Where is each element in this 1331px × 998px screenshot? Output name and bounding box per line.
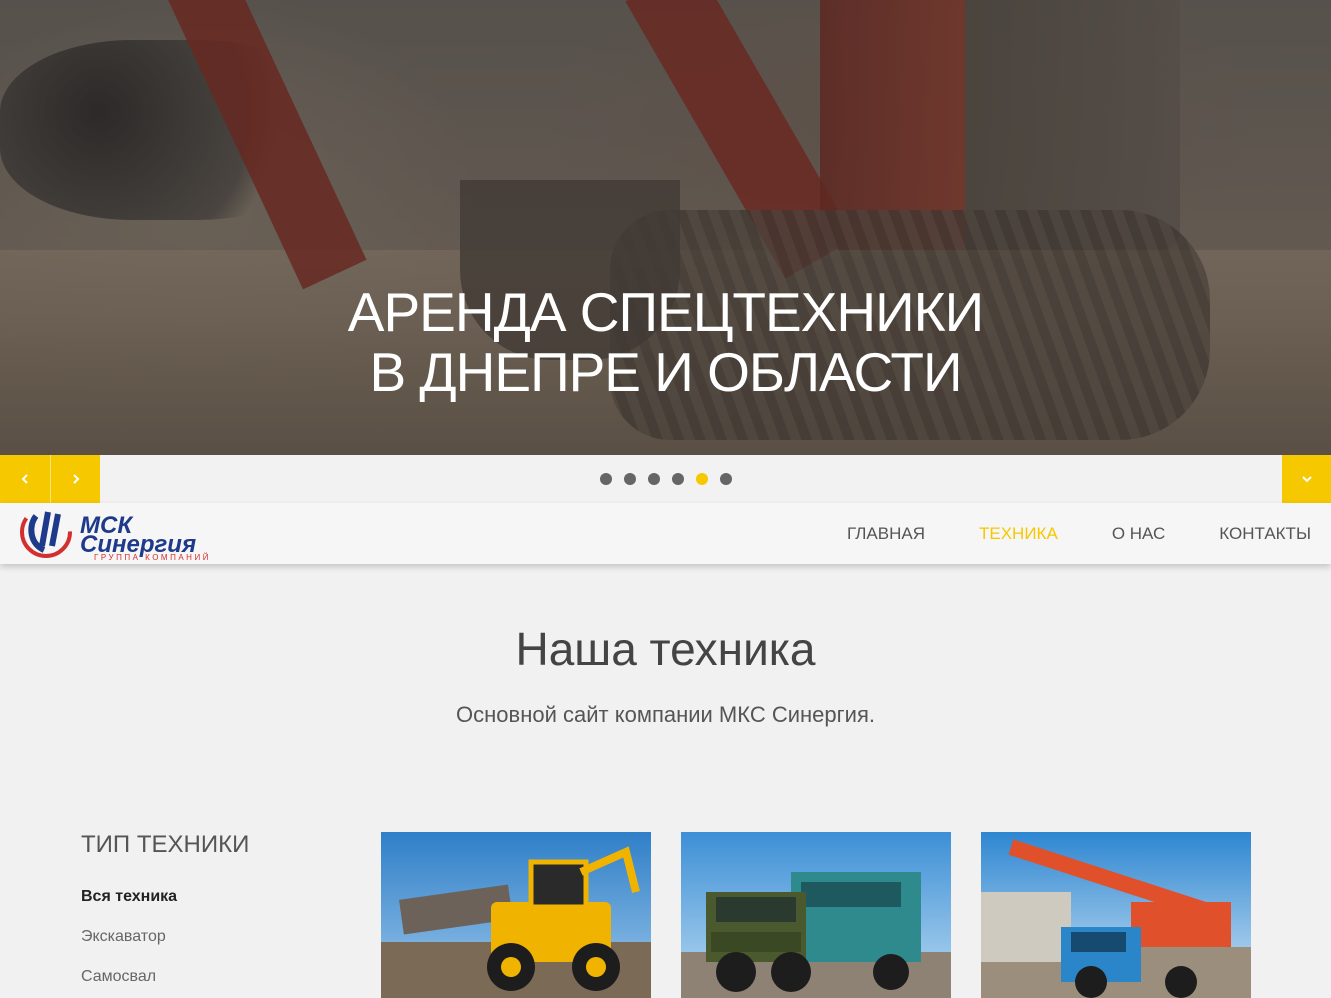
crane-truck-image xyxy=(981,832,1251,998)
equipment-card[interactable] xyxy=(981,832,1251,998)
menu-item-equipment[interactable]: ТЕХНИКА xyxy=(925,524,1058,544)
menu-item-home[interactable]: ГЛАВНАЯ xyxy=(793,524,925,544)
slider-next-button[interactable] xyxy=(50,455,100,503)
backhoe-loader-image xyxy=(381,832,651,998)
slider-dot[interactable] xyxy=(600,473,612,485)
slider-dot[interactable] xyxy=(672,473,684,485)
category-excavator[interactable]: Экскаватор xyxy=(81,928,166,946)
slider-dot[interactable] xyxy=(648,473,660,485)
sidebar-title: ТИП ТЕХНИКИ xyxy=(81,831,250,858)
hero-title: АРЕНДА СПЕЦТЕХНИКИ В ДНЕПРЕ И ОБЛАСТИ xyxy=(0,282,1331,402)
slider-prev-button[interactable] xyxy=(0,455,50,503)
equipment-card[interactable] xyxy=(681,832,951,998)
chevron-down-icon xyxy=(1301,476,1312,483)
logo-tagline: ГРУППА КОМПАНИЙ xyxy=(94,553,211,562)
slider-dot[interactable] xyxy=(720,473,732,485)
page-title: Наша техника xyxy=(515,623,816,675)
menu-item-contacts[interactable]: КОНТАКТЫ xyxy=(1165,524,1311,544)
scroll-down-button[interactable] xyxy=(1282,455,1331,503)
chevron-right-icon xyxy=(72,474,79,484)
menu-item-about[interactable]: О НАС xyxy=(1058,524,1165,544)
category-dump-truck[interactable]: Самосвал xyxy=(81,968,156,986)
slider-dot[interactable] xyxy=(624,473,636,485)
chevron-left-icon xyxy=(21,474,28,484)
logo-emblem-icon: МСК Синергия ГРУППА КОМПАНИЙ xyxy=(20,506,211,562)
category-all[interactable]: Вся техника xyxy=(81,888,177,906)
gaz-truck-image xyxy=(681,832,951,998)
equipment-card[interactable] xyxy=(381,832,651,998)
site-logo[interactable]: МСК Синергия ГРУППА КОМПАНИЙ xyxy=(18,506,258,562)
slider-dot[interactable] xyxy=(696,473,708,485)
slider-dots xyxy=(600,473,732,485)
page-subtitle: Основной сайт компании МКС Синергия. xyxy=(456,702,875,727)
hero-title-line2: В ДНЕПРЕ И ОБЛАСТИ xyxy=(369,341,962,403)
hero-title-line1: АРЕНДА СПЕЦТЕХНИКИ xyxy=(347,281,984,343)
main-menu: ГЛАВНАЯ ТЕХНИКА О НАС КОНТАКТЫ xyxy=(793,524,1311,544)
